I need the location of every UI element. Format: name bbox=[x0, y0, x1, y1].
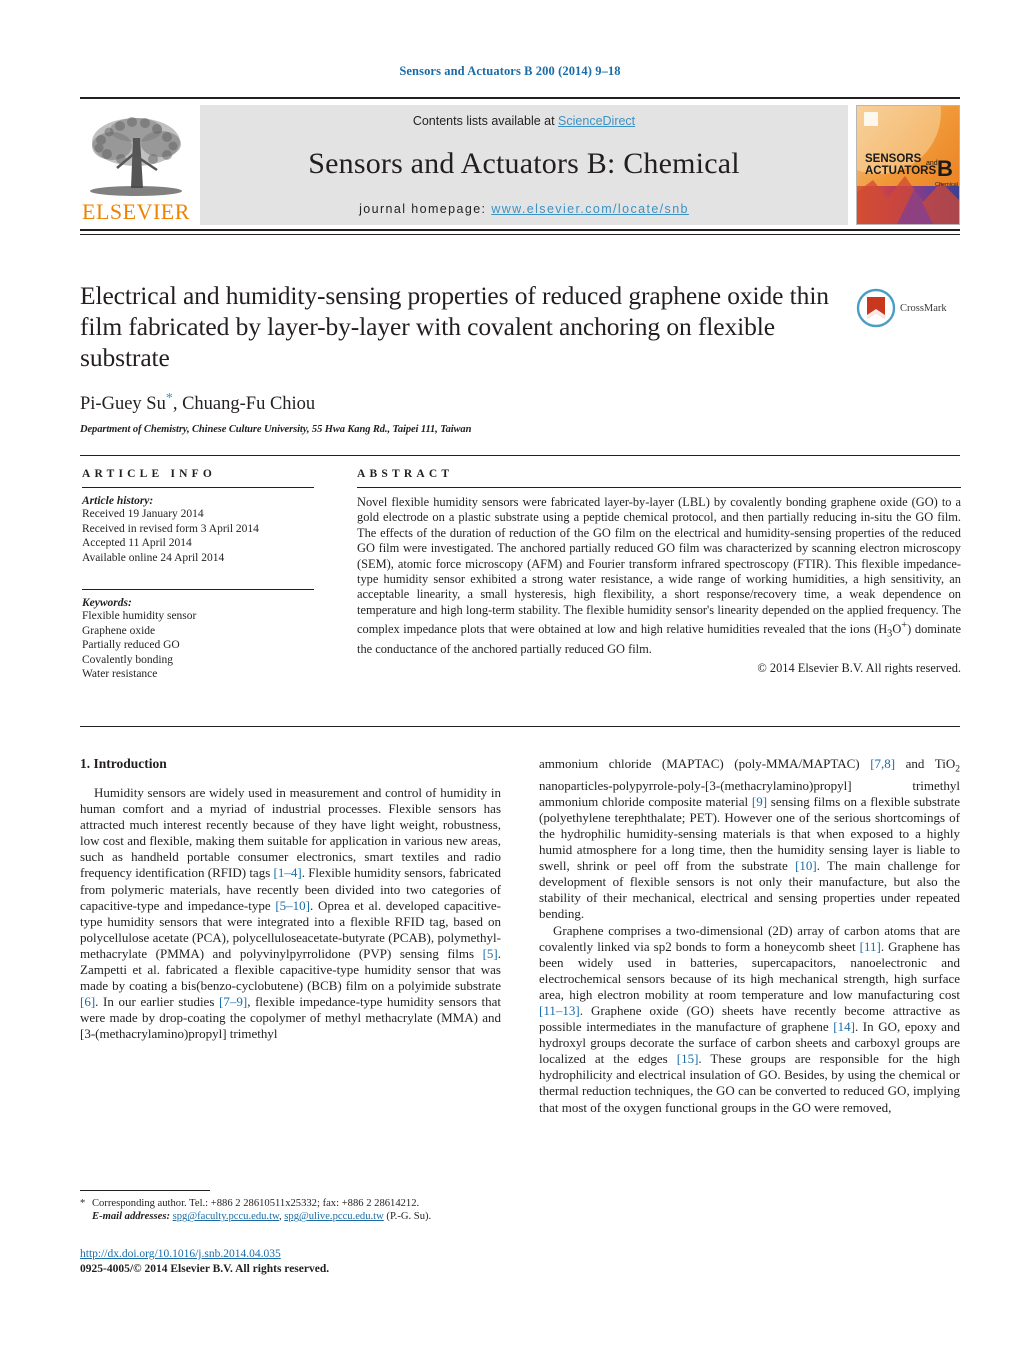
elsevier-logo: ELSEVIER bbox=[80, 105, 192, 225]
copyright-line: © 2014 Elsevier B.V. All rights reserved… bbox=[757, 660, 961, 675]
email-link-1[interactable]: spg@faculty.pccu.edu.tw bbox=[173, 1211, 279, 1222]
crossmark-label: CrossMark bbox=[900, 302, 947, 314]
cover-artwork: SENSORS and ACTUATORS B Chemical bbox=[857, 106, 959, 224]
svg-text:B: B bbox=[937, 156, 953, 181]
homepage-prefix: journal homepage: bbox=[359, 202, 492, 216]
page-footer: http://dx.doi.org/10.1016/j.snb.2014.04.… bbox=[80, 1244, 580, 1276]
citation-ref[interactable]: [7,8] bbox=[870, 756, 895, 771]
contents-prefix: Contents lists available at bbox=[412, 114, 559, 128]
abstract-bottom-rule bbox=[80, 726, 960, 727]
keywords-rule bbox=[82, 589, 314, 590]
author-list: Pi-Guey Su*, Chuang-Fu Chiou bbox=[80, 391, 960, 415]
body-columns: 1. Introduction Humidity sensors are wid… bbox=[80, 756, 960, 1116]
author-first: Pi-Guey Su bbox=[80, 394, 166, 415]
body-right-column: ammonium chloride (MAPTAC) (poly-MMA/MAP… bbox=[539, 756, 960, 1116]
elsevier-tree-icon bbox=[90, 117, 182, 196]
citation-ref[interactable]: [10] bbox=[795, 858, 817, 873]
masthead-top-rule bbox=[80, 97, 960, 99]
journal-homepage-link[interactable]: www.elsevier.com/locate/snb bbox=[491, 202, 689, 216]
keyword-item: Graphene oxide bbox=[82, 624, 156, 637]
journal-homepage-line: journal homepage: www.elsevier.com/locat… bbox=[359, 202, 689, 216]
history-item: Available online 24 April 2014 bbox=[82, 551, 225, 564]
page-title: Electrical and humidity-sensing properti… bbox=[80, 281, 829, 372]
email-link-2[interactable]: spg@ulive.pccu.edu.tw bbox=[284, 1211, 384, 1222]
citation-ref[interactable]: [9] bbox=[752, 794, 767, 809]
corresponding-author-footnote: * Corresponding author. Tel.: +886 2 286… bbox=[80, 1190, 501, 1223]
citation-ref[interactable]: [1–4] bbox=[274, 865, 302, 880]
footnote-contact: Corresponding author. Tel.: +886 2 28610… bbox=[89, 1198, 420, 1209]
keywords-label: Keywords: bbox=[82, 597, 132, 609]
svg-text:ACTUATORS: ACTUATORS bbox=[865, 165, 936, 177]
footnote-marker: * bbox=[80, 1198, 86, 1209]
author-rest: , Chuang-Fu Chiou bbox=[172, 394, 316, 415]
article-page: Sensors and Actuators B 200 (2014) 9–18 bbox=[0, 0, 1020, 1351]
footnote-rule bbox=[80, 1190, 210, 1191]
citation-ref[interactable]: [11] bbox=[860, 939, 881, 954]
paragraph: ammonium chloride (MAPTAC) (poly-MMA/MAP… bbox=[539, 756, 960, 923]
text-run: ammonium chloride (MAPTAC) (poly-MMA/MAP… bbox=[539, 756, 871, 771]
title-block: Electrical and humidity-sensing properti… bbox=[80, 280, 960, 435]
body-left-column: 1. Introduction Humidity sensors are wid… bbox=[80, 756, 501, 1116]
paragraph: Graphene comprises a two-dimensional (2D… bbox=[539, 923, 960, 1116]
crossmark-badge[interactable]: CrossMark bbox=[856, 286, 960, 330]
elsevier-wordmark: ELSEVIER bbox=[82, 199, 190, 224]
crossmark-icon bbox=[856, 288, 896, 328]
text-run: . In our earlier studies bbox=[95, 994, 220, 1010]
article-info-heading: ARTICLE INFO bbox=[82, 468, 217, 480]
text-run: and TiO bbox=[895, 756, 956, 771]
doi-link[interactable]: http://dx.doi.org/10.1016/j.snb.2014.04.… bbox=[80, 1248, 281, 1260]
article-history-label: Article history: bbox=[82, 495, 154, 507]
keyword-item: Water resistance bbox=[82, 668, 158, 680]
citation-ref[interactable]: [15] bbox=[677, 1051, 699, 1066]
journal-masthead: ELSEVIER Contents lists available at Sci… bbox=[80, 97, 960, 235]
keyword-item: Flexible humidity sensor bbox=[82, 610, 197, 622]
history-item: Received 19 January 2014 bbox=[82, 508, 204, 520]
email-suffix: (P.-G. Su). bbox=[383, 1211, 432, 1223]
journal-cover-thumbnail: SENSORS and ACTUATORS B Chemical bbox=[856, 105, 960, 225]
abstract-rule bbox=[357, 487, 961, 488]
contents-lists-line: Contents lists available at ScienceDirec… bbox=[413, 114, 635, 128]
footnote-body: * Corresponding author. Tel.: +886 2 286… bbox=[80, 1197, 501, 1223]
svg-text:SENSORS: SENSORS bbox=[865, 153, 922, 165]
citation-ref[interactable]: [7–9] bbox=[219, 994, 247, 1009]
history-item: Received in revised form 3 April 2014 bbox=[82, 522, 259, 535]
article-info-column: ARTICLE INFO Article history: Received 1… bbox=[82, 468, 314, 682]
history-item: Accepted 11 April 2014 bbox=[82, 537, 192, 549]
journal-band: Contents lists available at ScienceDirec… bbox=[200, 105, 848, 225]
section-heading-introduction: 1. Introduction bbox=[80, 756, 167, 771]
affiliation: Department of Chemistry, Chinese Culture… bbox=[80, 424, 472, 436]
abstract-column: ABSTRACT Novel flexible humidity sensors… bbox=[357, 468, 961, 676]
email-label: E-mail addresses: bbox=[92, 1211, 170, 1223]
paragraph: Humidity sensors are widely used in meas… bbox=[80, 785, 501, 1043]
masthead-bottom-rule-thin bbox=[80, 233, 960, 235]
citation-ref[interactable]: [11–13] bbox=[539, 1003, 580, 1018]
abstract-text-after-sub: O bbox=[892, 622, 902, 637]
info-section-top-rule bbox=[80, 455, 960, 456]
svg-text:Chemical: Chemical bbox=[935, 182, 958, 188]
citation-ref[interactable]: [5] bbox=[483, 946, 498, 961]
journal-title: Sensors and Actuators B: Chemical bbox=[308, 147, 740, 180]
article-info-rule bbox=[82, 487, 314, 488]
abstract-body: Novel flexible humidity sensors were fab… bbox=[357, 495, 961, 658]
abstract-heading: ABSTRACT bbox=[357, 468, 454, 480]
citation-ref[interactable]: [5–10] bbox=[275, 898, 310, 913]
running-head: Sensors and Actuators B 200 (2014) 9–18 bbox=[399, 64, 621, 78]
citation-ref[interactable]: [14] bbox=[833, 1019, 855, 1034]
abstract-text-main: Novel flexible humidity sensors were fab… bbox=[357, 495, 961, 637]
chemical-subscript: 2 bbox=[955, 764, 960, 775]
keyword-item: Covalently bonding bbox=[82, 653, 174, 666]
sciencedirect-link[interactable]: ScienceDirect bbox=[558, 114, 635, 128]
keyword-item: Partially reduced GO bbox=[82, 639, 180, 651]
issn-copyright: 0925-4005/© 2014 Elsevier B.V. All right… bbox=[80, 1263, 330, 1275]
masthead-bottom-rule bbox=[80, 229, 960, 231]
citation-ref[interactable]: [6] bbox=[80, 994, 95, 1009]
corresponding-author-marker: * bbox=[165, 391, 173, 406]
